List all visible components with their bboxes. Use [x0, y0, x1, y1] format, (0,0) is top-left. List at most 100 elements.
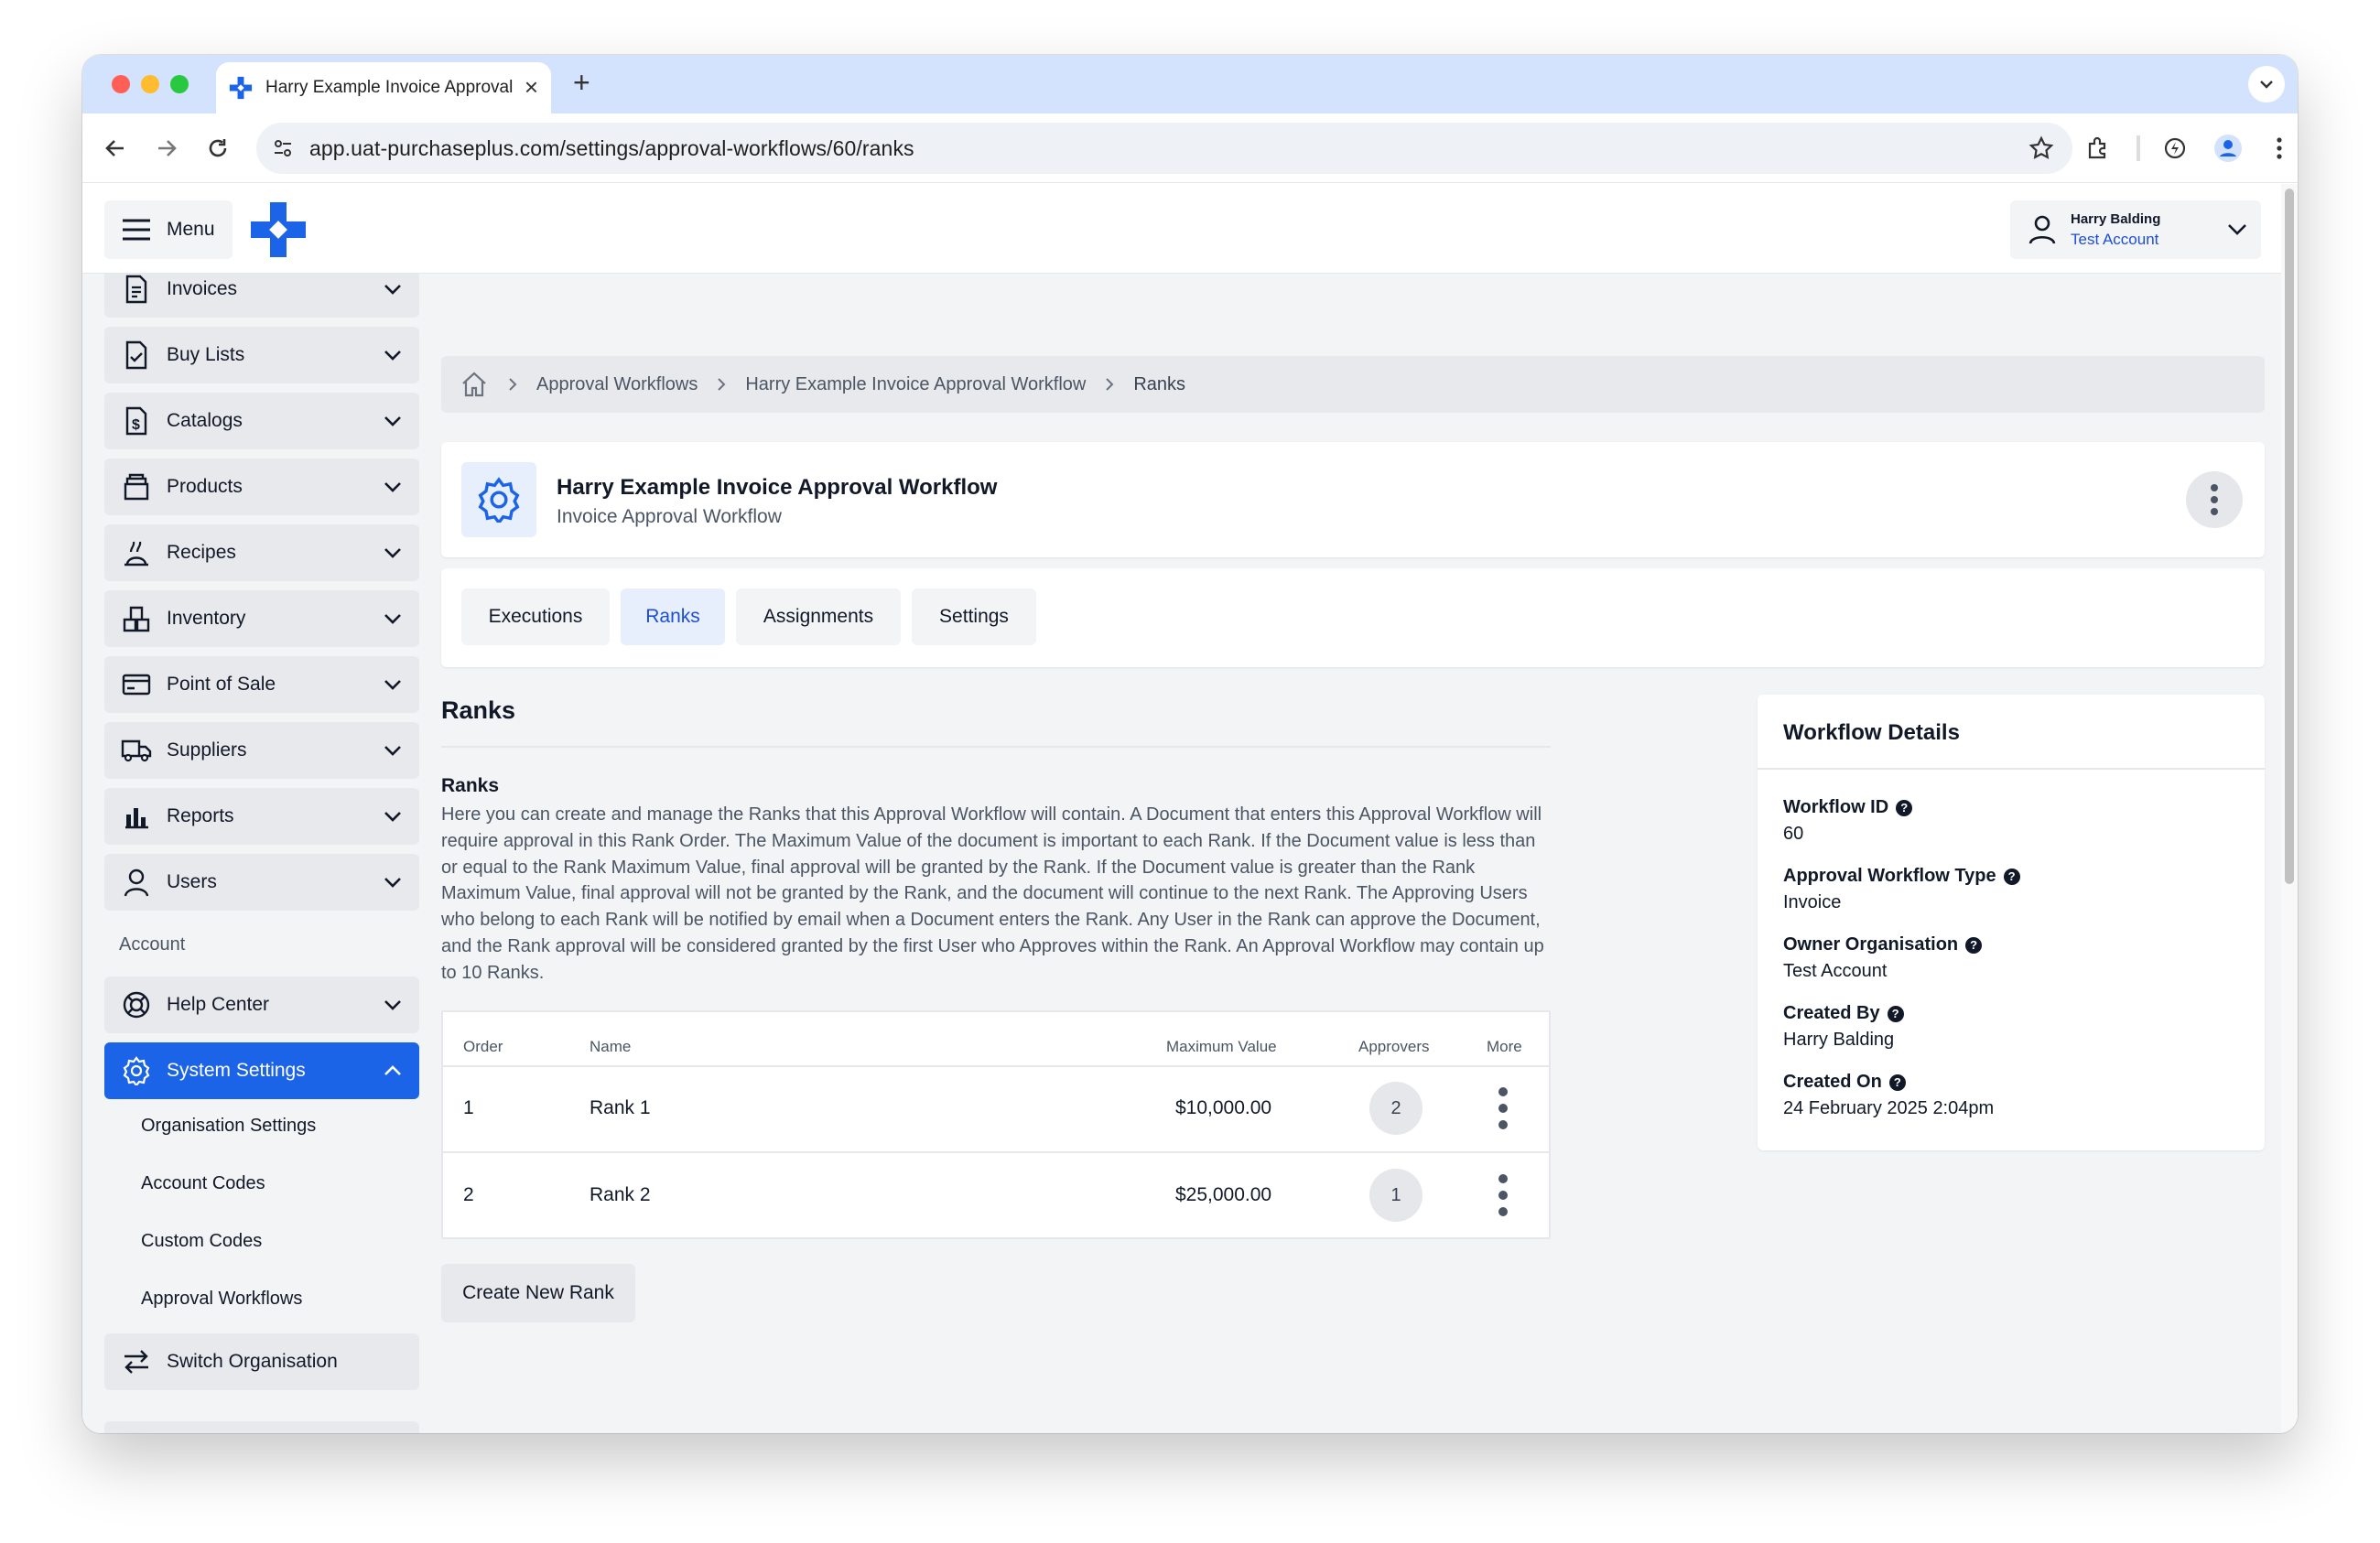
chevron-right-icon — [714, 377, 729, 392]
breadcrumb: Approval Workflows Harry Example Invoice… — [441, 356, 2265, 413]
chevron-down-icon — [384, 746, 401, 756]
sidebar-item-label: Users — [167, 871, 217, 892]
sidebar-subitem-account-codes[interactable]: Account Codes — [141, 1173, 265, 1194]
chevron-down-icon — [384, 285, 401, 295]
approvers-count-badge[interactable]: 2 — [1369, 1082, 1423, 1135]
back-button[interactable] — [99, 132, 132, 165]
sidebar-item-recipes[interactable]: Recipes — [104, 524, 419, 581]
rank-name[interactable]: Rank 2 — [590, 1184, 651, 1206]
browser-tab-title: Harry Example Invoice Approval Workflow — [265, 78, 513, 97]
detail-label-workflow-type: Approval Workflow Type? — [1783, 866, 2020, 887]
minimize-window-button[interactable] — [141, 75, 159, 93]
breadcrumb-approval-workflows[interactable]: Approval Workflows — [536, 374, 698, 395]
profile-avatar-icon[interactable] — [2212, 132, 2245, 165]
sidebar-item-label: Switch Organisation — [167, 1351, 338, 1372]
forward-button[interactable] — [150, 132, 183, 165]
menu-button[interactable]: Menu — [104, 200, 233, 259]
ranks-section-title: Ranks — [441, 696, 516, 724]
tab-assignments[interactable]: Assignments — [736, 588, 901, 645]
chevron-right-icon — [1102, 377, 1117, 392]
help-icon[interactable]: ? — [1965, 936, 1983, 954]
close-window-button[interactable] — [112, 75, 130, 93]
purchaseplus-logo[interactable] — [251, 202, 306, 257]
checklist-icon — [121, 340, 152, 371]
sidebar-item-users[interactable]: Users — [104, 854, 419, 911]
new-tab-icon[interactable]: + — [573, 68, 590, 97]
arrow-left-icon — [105, 140, 124, 156]
chevron-down-icon — [384, 614, 401, 624]
workflow-more-button[interactable] — [2186, 471, 2243, 528]
sidebar-item-partial[interactable] — [104, 1421, 419, 1433]
user-icon — [2028, 215, 2056, 244]
detail-value-workflow-id: 60 — [1783, 824, 1804, 844]
user-account-switcher[interactable]: Harry Balding Test Account — [2010, 200, 2261, 259]
card-icon — [121, 669, 152, 700]
tab-executions[interactable]: Executions — [461, 588, 610, 645]
column-header-order: Order — [463, 1038, 503, 1055]
detail-label-text: Approval Workflow Type — [1783, 866, 1996, 886]
approvers-count-badge[interactable]: 1 — [1369, 1169, 1423, 1222]
workflow-details-title: Workflow Details — [1783, 720, 1960, 745]
sidebar-item-help-center[interactable]: Help Center — [104, 977, 419, 1033]
sidebar-item-suppliers[interactable]: Suppliers — [104, 722, 419, 779]
tab-close-icon[interactable]: × — [525, 75, 538, 99]
workflow-title: Harry Example Invoice Approval Workflow — [557, 475, 998, 500]
sidebar-subitem-organisation-settings[interactable]: Organisation Settings — [141, 1116, 316, 1137]
rank-name[interactable]: Rank 1 — [590, 1097, 651, 1119]
row-more-icon[interactable] — [1492, 1171, 1514, 1219]
sidebar-item-catalogs[interactable]: $ Catalogs — [104, 393, 419, 449]
inventory-icon — [121, 603, 152, 634]
app-viewport: Menu Harry Balding Test Account Invoices… — [82, 184, 2298, 1433]
detail-value-created-on: 24 February 2025 2:04pm — [1783, 1098, 1995, 1118]
products-icon — [121, 471, 152, 502]
help-icon[interactable]: ? — [1887, 1005, 1904, 1022]
workflow-details-card: Workflow Details Workflow ID? 60 Approva… — [1758, 695, 2265, 1150]
chevron-down-icon — [384, 680, 401, 690]
sidebar-item-invoices[interactable]: Invoices — [104, 274, 419, 318]
tab-search-button[interactable] — [2248, 66, 2285, 103]
help-icon[interactable]: ? — [1888, 1074, 1906, 1091]
sidebar-item-point-of-sale[interactable]: Point of Sale — [104, 656, 419, 713]
sidebar-item-products[interactable]: Products — [104, 459, 419, 515]
recipes-icon — [121, 537, 152, 568]
page-scrollbar-thumb[interactable] — [2285, 189, 2294, 884]
tab-ranks[interactable]: Ranks — [621, 588, 725, 645]
performance-icon[interactable] — [2158, 132, 2191, 165]
help-icon[interactable]: ? — [1896, 799, 1913, 816]
bar-chart-icon — [121, 801, 152, 832]
home-icon[interactable] — [460, 370, 489, 399]
browser-menu-icon[interactable] — [2263, 132, 2296, 165]
sidebar-item-system-settings[interactable]: System Settings — [104, 1042, 419, 1099]
tab-settings[interactable]: Settings — [912, 588, 1036, 645]
sidebar: Invoices Buy Lists $ Catalogs Products R… — [104, 274, 421, 1433]
sidebar-item-inventory[interactable]: Inventory — [104, 590, 419, 647]
switch-organisation-button[interactable]: Switch Organisation — [104, 1333, 419, 1390]
sidebar-item-label: Products — [167, 476, 243, 497]
browser-tab[interactable]: Harry Example Invoice Approval Workflow … — [216, 62, 551, 113]
column-header-more: More — [1487, 1038, 1522, 1055]
extensions-icon[interactable] — [2082, 132, 2115, 165]
reload-button[interactable] — [201, 132, 234, 165]
create-new-rank-button[interactable]: Create New Rank — [441, 1264, 635, 1322]
detail-label-text: Owner Organisation — [1783, 934, 1959, 955]
sidebar-item-reports[interactable]: Reports — [104, 788, 419, 845]
invoice-icon — [121, 274, 152, 305]
bookmark-star-icon[interactable] — [2028, 135, 2054, 166]
browser-window: Harry Example Invoice Approval Workflow … — [82, 55, 2298, 1433]
help-icon[interactable]: ? — [2003, 868, 2020, 885]
address-bar[interactable]: app.uat-purchaseplus.com/settings/approv… — [256, 123, 2072, 174]
sidebar-subitem-approval-workflows[interactable]: Approval Workflows — [141, 1289, 302, 1310]
sidebar-subitem-custom-codes[interactable]: Custom Codes — [141, 1231, 262, 1252]
catalog-icon: $ — [121, 405, 152, 437]
site-info-icon[interactable] — [269, 135, 297, 162]
ranks-description-heading: Ranks — [441, 775, 500, 796]
user-name: Harry Balding — [2071, 210, 2161, 227]
detail-value-created-by: Harry Balding — [1783, 1030, 1895, 1050]
sidebar-item-buy-lists[interactable]: Buy Lists — [104, 327, 419, 383]
rank-max-value: $10,000.00 — [1175, 1097, 1272, 1118]
chevron-up-icon — [384, 1065, 401, 1075]
workflow-tabs-card: Executions Ranks Assignments Settings — [441, 568, 2265, 667]
row-more-icon[interactable] — [1492, 1084, 1514, 1132]
breadcrumb-workflow[interactable]: Harry Example Invoice Approval Workflow — [745, 374, 1086, 395]
maximize-window-button[interactable] — [170, 75, 189, 93]
